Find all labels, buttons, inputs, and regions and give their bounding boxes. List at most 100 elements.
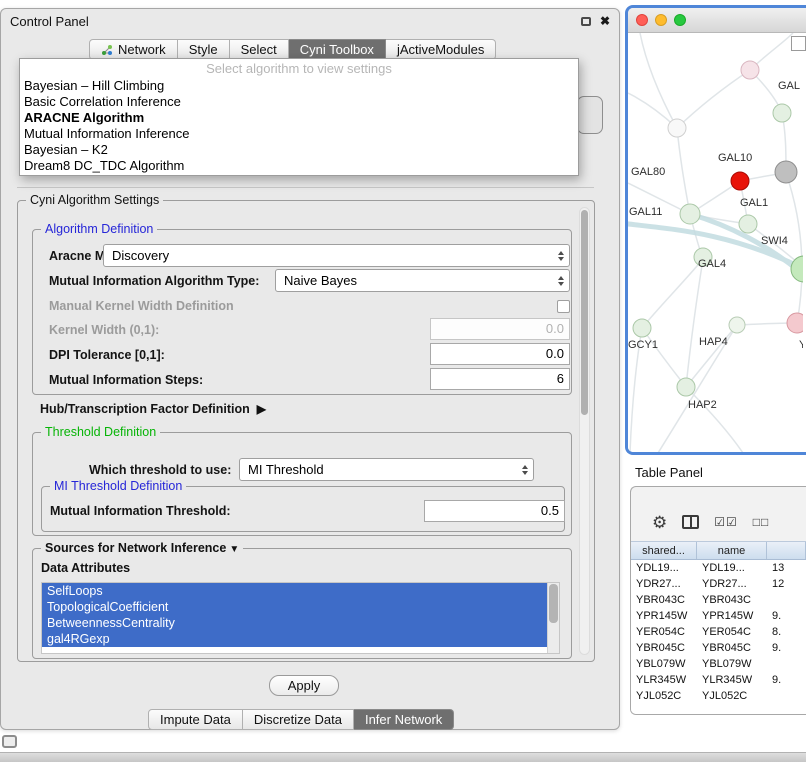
popup-item[interactable]: Basic Correlation Inference <box>20 94 578 110</box>
node-gray[interactable] <box>775 161 797 183</box>
kernel-width-field[interactable]: 0.0 <box>430 318 570 340</box>
tab-impute-data[interactable]: Impute Data <box>148 709 243 730</box>
table-row[interactable]: YDL19... YDL19... 13 <box>631 560 806 576</box>
tab-label: Cyni Toolbox <box>300 42 374 57</box>
mi-threshold-field[interactable]: 0.5 <box>424 500 565 522</box>
which-threshold-label: Which threshold to use: <box>89 462 231 478</box>
table-toolbar: ⚙ ☑☑ □□ <box>631 487 806 541</box>
network-edge[interactable] <box>686 259 703 387</box>
table-row[interactable]: YER054C YER054C 8. <box>631 624 806 640</box>
manual-kernel-checkbox[interactable] <box>557 300 570 313</box>
apply-button[interactable]: Apply <box>269 675 339 696</box>
tab-select[interactable]: Select <box>230 39 289 60</box>
node-label: GAL1 <box>740 197 768 209</box>
table-row[interactable]: YJL052C YJL052C <box>631 688 806 704</box>
popup-item[interactable]: Bayesian – Hill Climbing <box>20 78 578 94</box>
column-header-shared[interactable]: shared... <box>631 542 697 559</box>
network-edge[interactable] <box>642 328 686 387</box>
popup-item-selected[interactable]: ARACNE Algorithm <box>20 110 578 126</box>
collapse-down-icon: ▼ <box>229 544 239 555</box>
popup-item[interactable]: Bayesian – K2 <box>20 142 578 158</box>
network-edge[interactable] <box>640 33 677 128</box>
node-gal10[interactable] <box>731 172 749 190</box>
popup-item[interactable]: Dream8 DC_TDC Algorithm <box>20 158 578 174</box>
close-traffic-light-icon[interactable] <box>636 14 648 26</box>
node-label: SWI4 <box>761 235 788 247</box>
cell: YPR145W <box>697 608 767 624</box>
table-row[interactable]: YPR145W YPR145W 9. <box>631 608 806 624</box>
column-header-name[interactable]: name <box>697 542 767 559</box>
dpi-tolerance-field[interactable]: 0.0 <box>430 343 570 365</box>
minimize-traffic-light-icon[interactable] <box>655 14 667 26</box>
hub-section-toggle[interactable]: Hub/Transcription Factor Definition ▶ <box>40 402 266 416</box>
minimized-panel-icon[interactable] <box>2 735 17 748</box>
select-all-checkboxes-icon[interactable]: ☑☑ <box>714 515 738 529</box>
network-edge[interactable] <box>786 173 802 323</box>
node-gcy1[interactable] <box>633 319 651 337</box>
table-row[interactable]: YBR045C YBR045C 9. <box>631 640 806 656</box>
manual-kernel-label: Manual Kernel Width Definition <box>49 298 234 314</box>
table-panel-window: ⚙ ☑☑ □□ shared... name YDL19... YDL19...… <box>630 486 806 715</box>
tab-discretize-data[interactable]: Discretize Data <box>243 709 354 730</box>
network-edge[interactable] <box>686 325 737 387</box>
network-edge[interactable] <box>677 128 690 214</box>
cell <box>767 656 806 672</box>
mi-type-combo[interactable]: Naive Bayes <box>275 269 570 292</box>
node-gal-topright[interactable] <box>773 104 791 122</box>
node-hap2[interactable] <box>677 378 695 396</box>
sources-group-title[interactable]: Sources for Network Inference▼ <box>41 541 243 555</box>
node-faint[interactable] <box>668 119 686 137</box>
popup-item[interactable]: Mutual Information Inference <box>20 126 578 142</box>
bottom-statusbar-strip <box>0 752 806 762</box>
settings-scrollbar[interactable] <box>579 207 590 655</box>
birdseye-box[interactable] <box>791 36 806 51</box>
scrollbar-thumb[interactable] <box>549 584 558 623</box>
node-gal11[interactable] <box>680 204 700 224</box>
zoom-traffic-light-icon[interactable] <box>674 14 686 26</box>
table-row[interactable]: YDR27... YDR27... 12 <box>631 576 806 592</box>
settings-gear-icon[interactable]: ⚙ <box>652 514 667 531</box>
network-view-window: GAL GAL80 GAL10 GAL11 GAL1 SWI4 GAL4 GCY… <box>625 5 806 455</box>
table-row[interactable]: YLR345W YLR345W 9. <box>631 672 806 688</box>
control-panel-titlebar: Control Panel ✖ <box>1 9 619 33</box>
scrollbar-thumb[interactable] <box>581 210 588 415</box>
hub-section-label: Hub/Transcription Factor Definition <box>40 402 250 416</box>
node-hap4[interactable] <box>729 317 745 333</box>
tab-cyni-toolbox[interactable]: Cyni Toolbox <box>289 39 386 60</box>
attribute-item[interactable]: SelfLoops <box>42 583 547 599</box>
attribute-item[interactable]: gal4RGexp <box>42 631 547 647</box>
close-window-icon[interactable]: ✖ <box>600 15 610 27</box>
table-row[interactable]: YBL079W YBL079W <box>631 656 806 672</box>
attribute-item[interactable]: BetweennessCentrality <box>42 615 547 631</box>
which-threshold-combo[interactable]: MI Threshold <box>239 458 534 481</box>
node-gal1[interactable] <box>739 215 757 233</box>
node-pink-top[interactable] <box>741 61 759 79</box>
mi-threshold-label: Mutual Information Threshold: <box>50 503 231 519</box>
network-edge[interactable] <box>686 387 743 452</box>
node-label: HAP2 <box>688 399 717 411</box>
tab-jactivemodules[interactable]: jActiveModules <box>386 39 496 60</box>
table-row[interactable]: YBR043C YBR043C <box>631 592 806 608</box>
column-header-partial[interactable] <box>767 542 806 559</box>
attribute-item[interactable]: TopologicalCoefficient <box>42 599 547 615</box>
cell: YPR145W <box>631 608 697 624</box>
node-swi4[interactable] <box>791 256 803 282</box>
float-window-icon[interactable] <box>581 17 591 26</box>
cell: YLR345W <box>631 672 697 688</box>
attributes-list-scrollbar[interactable] <box>547 583 559 653</box>
network-canvas[interactable]: GAL GAL80 GAL10 GAL11 GAL1 SWI4 GAL4 GCY… <box>628 33 806 452</box>
tab-label: Select <box>241 42 277 57</box>
tab-infer-network[interactable]: Infer Network <box>354 709 454 730</box>
tab-label: Impute Data <box>160 712 231 727</box>
tab-network[interactable]: Network <box>89 39 178 60</box>
column-selector-icon[interactable] <box>682 515 699 529</box>
aracne-mode-combo[interactable]: Discovery <box>103 244 570 267</box>
mi-steps-field[interactable]: 6 <box>430 368 570 390</box>
network-edge[interactable] <box>677 70 750 128</box>
tab-style[interactable]: Style <box>178 39 230 60</box>
cell: YBL079W <box>697 656 767 672</box>
deselect-all-checkboxes-icon[interactable]: □□ <box>753 515 770 529</box>
node-pink-right[interactable] <box>787 313 803 333</box>
algorithm-definition-group: Algorithm Definition Aracne Mode: Discov… <box>32 229 572 395</box>
obscured-button[interactable] <box>577 96 603 134</box>
